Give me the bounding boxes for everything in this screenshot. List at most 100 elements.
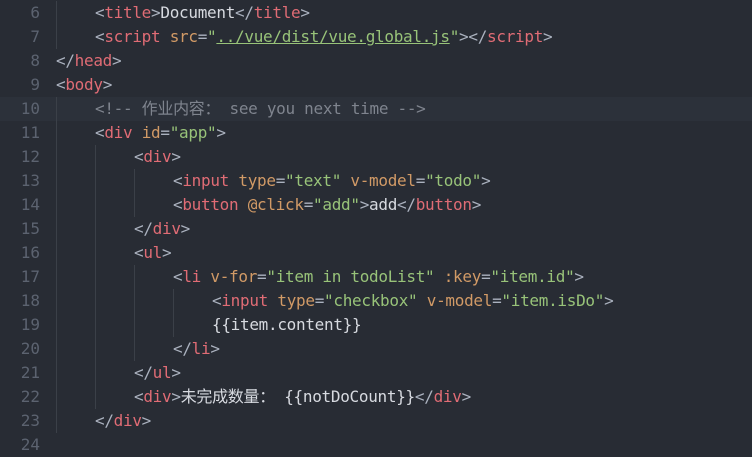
- line-number: 23: [20, 411, 40, 430]
- code-text: <div>未完成数量： {{notDoCount}}</div>: [134, 385, 471, 409]
- code-line[interactable]: 7 <script src="../vue/dist/vue.global.js"…: [0, 25, 752, 49]
- token-str: "add": [313, 195, 360, 214]
- token-punct: >: [141, 411, 152, 430]
- token-punct: [434, 267, 443, 286]
- code-text: <title>Document</title>: [95, 1, 310, 25]
- token-punct: >: [112, 51, 122, 70]
- line-number: 22: [20, 387, 40, 406]
- code-line[interactable]: 11 <div id="app">: [0, 121, 752, 145]
- token-punct: </: [134, 219, 153, 238]
- indent-guide: [56, 409, 57, 433]
- code-text: <body>: [56, 73, 112, 97]
- code-line[interactable]: 9 <body>: [0, 73, 752, 97]
- token-str: ": [449, 27, 460, 46]
- token-text: Document: [160, 3, 236, 22]
- code-text: <div>: [134, 145, 181, 169]
- code-line[interactable]: 8 </head>: [0, 49, 752, 73]
- indent-guide: [95, 289, 96, 313]
- token-attr: :key: [443, 267, 482, 286]
- token-tag: title: [253, 3, 301, 22]
- token-punct: [268, 291, 277, 310]
- code-line[interactable]: 6 <title>Document</title>: [0, 1, 752, 25]
- token-tag: input: [221, 291, 269, 310]
- code-line[interactable]: 12 <div>: [0, 145, 752, 169]
- code-text: <button @click="add">add</button>: [173, 193, 481, 217]
- indent-guide: [134, 193, 135, 217]
- token-tag: div: [143, 147, 172, 166]
- token-str: "item.id": [490, 267, 575, 286]
- indent-guide: [134, 337, 135, 361]
- token-punct: >: [300, 3, 310, 22]
- code-line[interactable]: 20 </li>: [0, 337, 752, 361]
- code-editor[interactable]: 6 <title>Document</title> 7 <script src="..…: [0, 0, 752, 454]
- token-attr: v-for: [210, 267, 258, 286]
- token-punct: [238, 195, 247, 214]
- token-punct: [132, 123, 141, 142]
- indent-guide: [173, 289, 174, 313]
- token-tag: li: [182, 267, 202, 286]
- code-line[interactable]: 21 </ul>: [0, 361, 752, 385]
- code-line[interactable]: 14 <button @click="add">add</button>: [0, 193, 752, 217]
- code-line[interactable]: 19 {{item.content}}: [0, 313, 752, 337]
- indent-guide: [134, 289, 135, 313]
- indent-guide: [95, 241, 96, 265]
- line-number: 21: [20, 363, 40, 382]
- code-line[interactable]: 23 </div>: [0, 409, 752, 433]
- token-punct: <: [173, 171, 183, 190]
- token-str: "item in todoList": [266, 267, 435, 286]
- code-line[interactable]: 16 <ul>: [0, 241, 752, 265]
- token-tag: body: [65, 75, 103, 94]
- token-tag: ul: [143, 243, 163, 262]
- token-punct: </: [235, 3, 254, 22]
- indent-guide: [56, 361, 57, 385]
- token-punct: <: [134, 243, 144, 262]
- code-text: </div>: [95, 409, 151, 433]
- code-line[interactable]: 15 </div>: [0, 217, 752, 241]
- token-str: "text": [285, 171, 342, 190]
- token-punct: </: [56, 51, 75, 70]
- indent-guide: [56, 337, 57, 361]
- code-line[interactable]: 17 <li v-for="item in todoList" :key="ite…: [0, 265, 752, 289]
- token-tag: head: [74, 51, 113, 70]
- token-punct: >: [162, 243, 172, 262]
- indent-guide: [56, 145, 57, 169]
- line-number: 11: [20, 123, 40, 142]
- token-text: {{item.content}}: [212, 315, 362, 334]
- token-punct: </: [173, 339, 192, 358]
- code-line[interactable]: 13 <input type="text" v-model="todo">: [0, 169, 752, 193]
- token-punct: [201, 267, 210, 286]
- indent-guide: [95, 337, 96, 361]
- token-punct: =: [197, 27, 208, 46]
- code-text: <ul>: [134, 241, 172, 265]
- line-number: 12: [20, 147, 40, 166]
- code-text: </div>: [134, 217, 190, 241]
- indent-guide: [56, 265, 57, 289]
- line-number: 15: [20, 219, 40, 238]
- code-line[interactable]: 18 <input type="checkbox" v-model="item.i…: [0, 289, 752, 313]
- token-punct: >: [171, 387, 181, 406]
- token-punct: >: [543, 27, 553, 46]
- code-text: </head>: [56, 49, 122, 73]
- token-punct: <: [95, 3, 105, 22]
- code-line[interactable]: 10 <!-- 作业内容： see you next time -->: [0, 97, 752, 121]
- token-str[interactable]: ../vue/dist/vue.global.js: [216, 27, 450, 46]
- line-number: 24: [20, 435, 40, 454]
- code-text: <input type="checkbox" v-model="item.isD…: [212, 289, 614, 313]
- token-attr: v-model: [426, 291, 493, 310]
- indent-guide: [56, 313, 57, 337]
- code-line[interactable]: 24: [0, 433, 752, 457]
- token-punct: <: [95, 123, 105, 142]
- indent-guide: [95, 217, 96, 241]
- indent-guide: [95, 193, 96, 217]
- token-str: "todo": [425, 171, 482, 190]
- line-number: 6: [30, 3, 40, 22]
- code-line[interactable]: 22 <div>未完成数量： {{notDoCount}}</div>: [0, 385, 752, 409]
- token-punct: >: [574, 267, 584, 286]
- line-number: 9: [30, 75, 40, 94]
- token-punct: >: [471, 195, 482, 214]
- indent-guide: [95, 313, 96, 337]
- line-number: 19: [20, 315, 40, 334]
- token-punct: </: [397, 195, 416, 214]
- token-punct: </: [95, 411, 114, 430]
- token-tag: div: [143, 387, 172, 406]
